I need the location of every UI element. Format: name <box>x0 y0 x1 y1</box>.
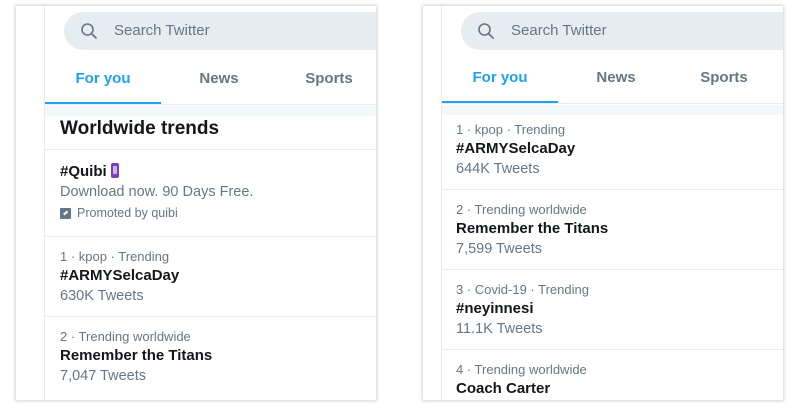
trend-item[interactable]: 2 · Trending worldwide Remember the Tita… <box>456 201 783 259</box>
search-icon <box>478 23 494 39</box>
search-bar[interactable]: Search Twitter <box>461 12 783 50</box>
section-separator <box>45 106 376 116</box>
search-icon <box>81 23 97 39</box>
trend-tweet-count: 7,047 Tweets <box>60 368 146 384</box>
tab-bar: For you News Sports <box>442 55 783 104</box>
trends-panel-right: Search Twitter For you News Sports 1 · k… <box>423 6 783 400</box>
tab-news[interactable]: News <box>558 55 674 103</box>
trends-panel-left: Search Twitter For you News Sports World… <box>16 6 376 400</box>
trend-name: Coach Carter <box>456 380 551 397</box>
section-separator <box>442 105 783 115</box>
tab-for-you[interactable]: For you <box>45 56 161 104</box>
search-placeholder: Search Twitter <box>114 22 210 39</box>
trend-tweet-count: 11.1K Tweets <box>456 321 543 337</box>
trend-meta: 1 · kpop · Trending <box>60 249 170 264</box>
search-placeholder: Search Twitter <box>511 22 607 39</box>
mobile-phone-icon <box>110 163 119 178</box>
promoted-trend[interactable]: #Quibi Download now. 90 Days Free. Promo… <box>60 162 376 222</box>
trend-meta: 4 · Trending worldwide <box>456 362 587 377</box>
row-divider <box>45 149 376 150</box>
trend-item[interactable]: 1 · kpop · Trending #ARMYSelcaDay 630K T… <box>60 248 376 306</box>
tab-bar: For you News Sports <box>45 56 376 105</box>
trend-meta: 1 · kpop · Trending <box>456 122 566 137</box>
trend-tweet-count: 644K Tweets <box>456 161 540 177</box>
trend-meta: 2 · Trending worldwide <box>60 329 191 344</box>
tab-news[interactable]: News <box>161 56 277 104</box>
section-title: Worldwide trends <box>60 118 220 139</box>
promoted-icon <box>60 207 71 219</box>
trend-item[interactable]: 3 · Covid-19 · Trending #neyinnesi 11.1K… <box>456 281 783 339</box>
row-divider <box>442 269 783 270</box>
trend-item[interactable]: 4 · Trending worldwide Coach Carter <box>456 361 783 399</box>
row-divider <box>442 189 783 190</box>
promoted-trend-name: #Quibi <box>60 163 107 180</box>
tab-sports[interactable]: Sports <box>271 56 376 104</box>
trend-name: Remember the Titans <box>60 347 213 364</box>
row-divider <box>45 236 376 237</box>
row-divider <box>442 349 783 350</box>
trend-item[interactable]: 2 · Trending worldwide Remember the Tita… <box>60 328 376 386</box>
trend-meta: 3 · Covid-19 · Trending <box>456 282 589 297</box>
row-divider <box>45 316 376 317</box>
trend-meta: 2 · Trending worldwide <box>456 202 587 217</box>
trend-item[interactable]: 1 · kpop · Trending #ARMYSelcaDay 644K T… <box>456 121 783 179</box>
trend-name: #ARMYSelcaDay <box>60 267 180 284</box>
trend-name: Remember the Titans <box>456 220 609 237</box>
search-bar[interactable]: Search Twitter <box>64 12 376 50</box>
tab-for-you[interactable]: For you <box>442 55 558 103</box>
trend-name: #neyinnesi <box>456 300 534 317</box>
tab-sports[interactable]: Sports <box>666 55 782 103</box>
promoted-label: Promoted by quibi <box>77 206 178 220</box>
trend-name: #ARMYSelcaDay <box>456 140 576 157</box>
promoted-description: Download now. 90 Days Free. <box>60 184 254 200</box>
trend-tweet-count: 7,599 Tweets <box>456 241 542 257</box>
trend-tweet-count: 630K Tweets <box>60 288 144 304</box>
